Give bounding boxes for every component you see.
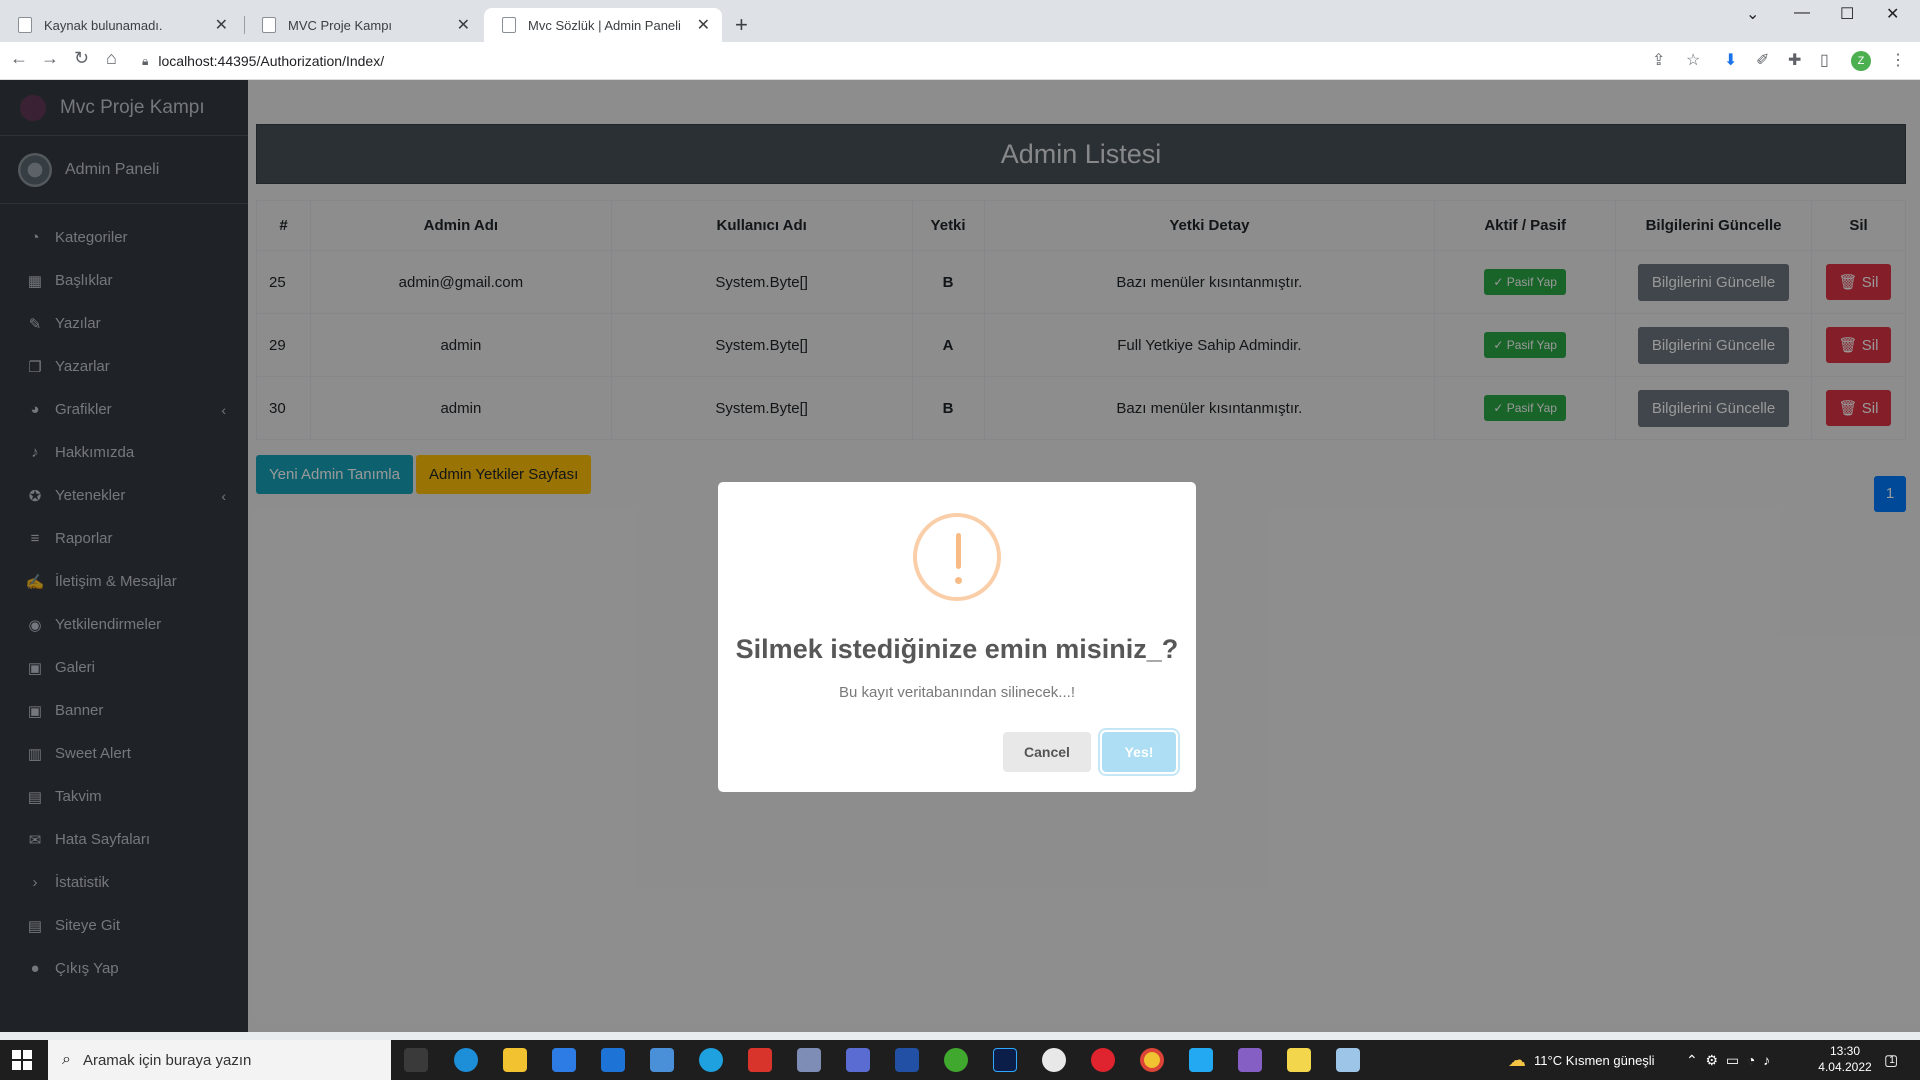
tab-search-icon[interactable]: ⌄	[1746, 4, 1759, 24]
download-icon[interactable]: ⬇	[1724, 50, 1737, 70]
confirm-dialog: Silmek istediğinize emin misiniz_? Bu ka…	[718, 482, 1196, 792]
back-icon[interactable]: ←	[10, 48, 28, 69]
store-icon[interactable]	[552, 1048, 576, 1072]
browser-tabstrip: Kaynak bulunamadı. ✕ MVC Proje Kampı ✕ M…	[0, 0, 1920, 42]
page-favicon-icon	[502, 17, 516, 33]
eyedropper-icon[interactable]: ✐	[1756, 50, 1769, 70]
profile-avatar[interactable]: Z	[1851, 51, 1871, 71]
weather-icon: ☁	[1508, 1049, 1526, 1070]
chrome-icon[interactable]	[1140, 1048, 1164, 1072]
reload-icon[interactable]: ↻	[74, 48, 89, 69]
bookmark-star-icon[interactable]: ☆	[1686, 50, 1700, 70]
minimize-icon[interactable]: —	[1794, 4, 1810, 22]
side-panel-icon[interactable]: ▯	[1820, 50, 1829, 70]
app-icon[interactable]	[944, 1048, 968, 1072]
edge-icon[interactable]	[454, 1048, 478, 1072]
tab-title: Mvc Sözlük | Admin Paneli	[528, 17, 681, 33]
page-favicon-icon	[262, 17, 276, 33]
app-icon[interactable]	[846, 1048, 870, 1072]
forward-icon[interactable]: →	[41, 48, 59, 69]
close-tab-icon[interactable]: ✕	[215, 15, 228, 35]
browser-tab[interactable]: Kaynak bulunamadı. ✕	[0, 8, 240, 42]
vscode-icon[interactable]	[1189, 1048, 1213, 1072]
close-tab-icon[interactable]: ✕	[457, 15, 470, 35]
cancel-button[interactable]: Cancel	[1003, 732, 1091, 772]
windows-start-icon[interactable]	[12, 1050, 32, 1070]
lock-icon[interactable]: 🔒︎	[142, 54, 148, 69]
app-icon[interactable]	[1042, 1048, 1066, 1072]
warning-icon	[913, 513, 1001, 601]
search-icon: ⌕	[62, 1051, 71, 1068]
solidworks-icon[interactable]	[748, 1048, 772, 1072]
opera-icon[interactable]	[1091, 1048, 1115, 1072]
app-icon[interactable]	[1287, 1048, 1311, 1072]
page-favicon-icon	[18, 17, 32, 33]
modal-backdrop[interactable]: Silmek istediğinize emin misiniz_? Bu ka…	[0, 80, 1920, 1032]
notification-icon[interactable]: ▢ 1	[1884, 1040, 1898, 1080]
tab-title: Kaynak bulunamadı.	[44, 17, 163, 33]
os-taskbar: ⌕ Aramak için buraya yazın ☁ 11°C Kısmen…	[0, 1040, 1920, 1080]
search-placeholder: Aramak için buraya yazın	[82, 1051, 252, 1069]
file-explorer-icon[interactable]	[503, 1048, 527, 1072]
dialog-text: Bu kayıt veritabanından silinecek...!	[839, 684, 1075, 701]
visual-studio-icon[interactable]	[1238, 1048, 1262, 1072]
browser-tab[interactable]: MVC Proje Kampı ✕	[244, 8, 482, 42]
devc-icon[interactable]	[895, 1048, 919, 1072]
home-icon[interactable]: ⌂	[106, 48, 117, 69]
share-icon[interactable]: ⇪	[1652, 50, 1665, 70]
tab-title: MVC Proje Kampı	[288, 17, 393, 33]
dialog-title: Silmek istediğinize emin misiniz_?	[735, 634, 1179, 664]
weather-text: 11°C Kısmen güneşli	[1534, 1052, 1655, 1068]
app-icon[interactable]	[650, 1048, 674, 1072]
weather-widget[interactable]: ☁ 11°C Kısmen güneşli	[1508, 1040, 1655, 1080]
close-tab-icon[interactable]: ✕	[697, 15, 710, 35]
url-text[interactable]: localhost:44395/Authorization/Index/	[158, 53, 384, 69]
close-window-icon[interactable]: ✕	[1886, 4, 1899, 24]
clock-date: 4.04.2022	[1818, 1060, 1872, 1074]
app-icon[interactable]	[797, 1048, 821, 1072]
confirm-delete-button[interactable]: Yes!	[1102, 732, 1176, 772]
clock[interactable]: 13:30 4.04.2022	[1810, 1043, 1880, 1075]
photoshop-icon[interactable]	[993, 1048, 1017, 1072]
menu-kebab-icon[interactable]: ⋮	[1890, 50, 1906, 70]
app-c-icon[interactable]	[699, 1048, 723, 1072]
clock-time: 13:30	[1829, 1044, 1861, 1058]
new-tab-button[interactable]: +	[735, 12, 748, 38]
maximize-icon[interactable]: ☐	[1840, 4, 1854, 24]
taskbar-search[interactable]: ⌕ Aramak için buraya yazın	[48, 1040, 391, 1080]
mail-icon[interactable]	[601, 1048, 625, 1072]
browser-tab-active[interactable]: Mvc Sözlük | Admin Paneli ✕	[484, 8, 722, 42]
address-bar[interactable]: 🔒︎ localhost:44395/Authorization/Index/	[142, 46, 1652, 76]
tray-icons[interactable]: ⌃ ⚙ ▭ ◔ ♪	[1686, 1040, 1770, 1080]
browser-toolbar: ← → ↻ ⌂ 🔒︎ localhost:44395/Authorization…	[0, 42, 1920, 80]
extensions-icon[interactable]: ✚	[1788, 50, 1801, 70]
task-view-icon[interactable]	[404, 1048, 428, 1072]
app-icon[interactable]	[1336, 1048, 1360, 1072]
